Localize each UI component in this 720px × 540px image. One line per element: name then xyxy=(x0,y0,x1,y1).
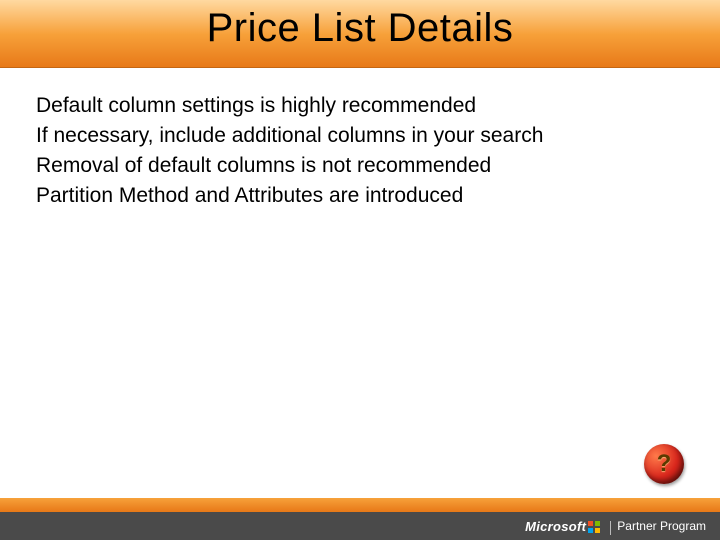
slide-title: Price List Details xyxy=(0,6,720,51)
footer-brand-bar: Microsoft Partner Program xyxy=(0,512,720,540)
bullet-line: If necessary, include additional columns… xyxy=(36,122,676,150)
help-button[interactable]: ? xyxy=(644,444,684,484)
question-icon: ? xyxy=(657,450,672,478)
bullet-line: Partition Method and Attributes are intr… xyxy=(36,182,676,210)
footer-separator xyxy=(610,521,611,535)
footer-program: Partner Program xyxy=(617,519,706,533)
footer-accent-bar xyxy=(0,498,720,512)
footer: Microsoft Partner Program xyxy=(0,498,720,540)
footer-brand: Microsoft xyxy=(525,519,586,534)
slide: Price List Details Default column settin… xyxy=(0,0,720,540)
body-text: Default column settings is highly recomm… xyxy=(36,92,676,212)
microsoft-logo-icon xyxy=(588,521,600,533)
bullet-line: Default column settings is highly recomm… xyxy=(36,92,676,120)
bullet-line: Removal of default columns is not recomm… xyxy=(36,152,676,180)
